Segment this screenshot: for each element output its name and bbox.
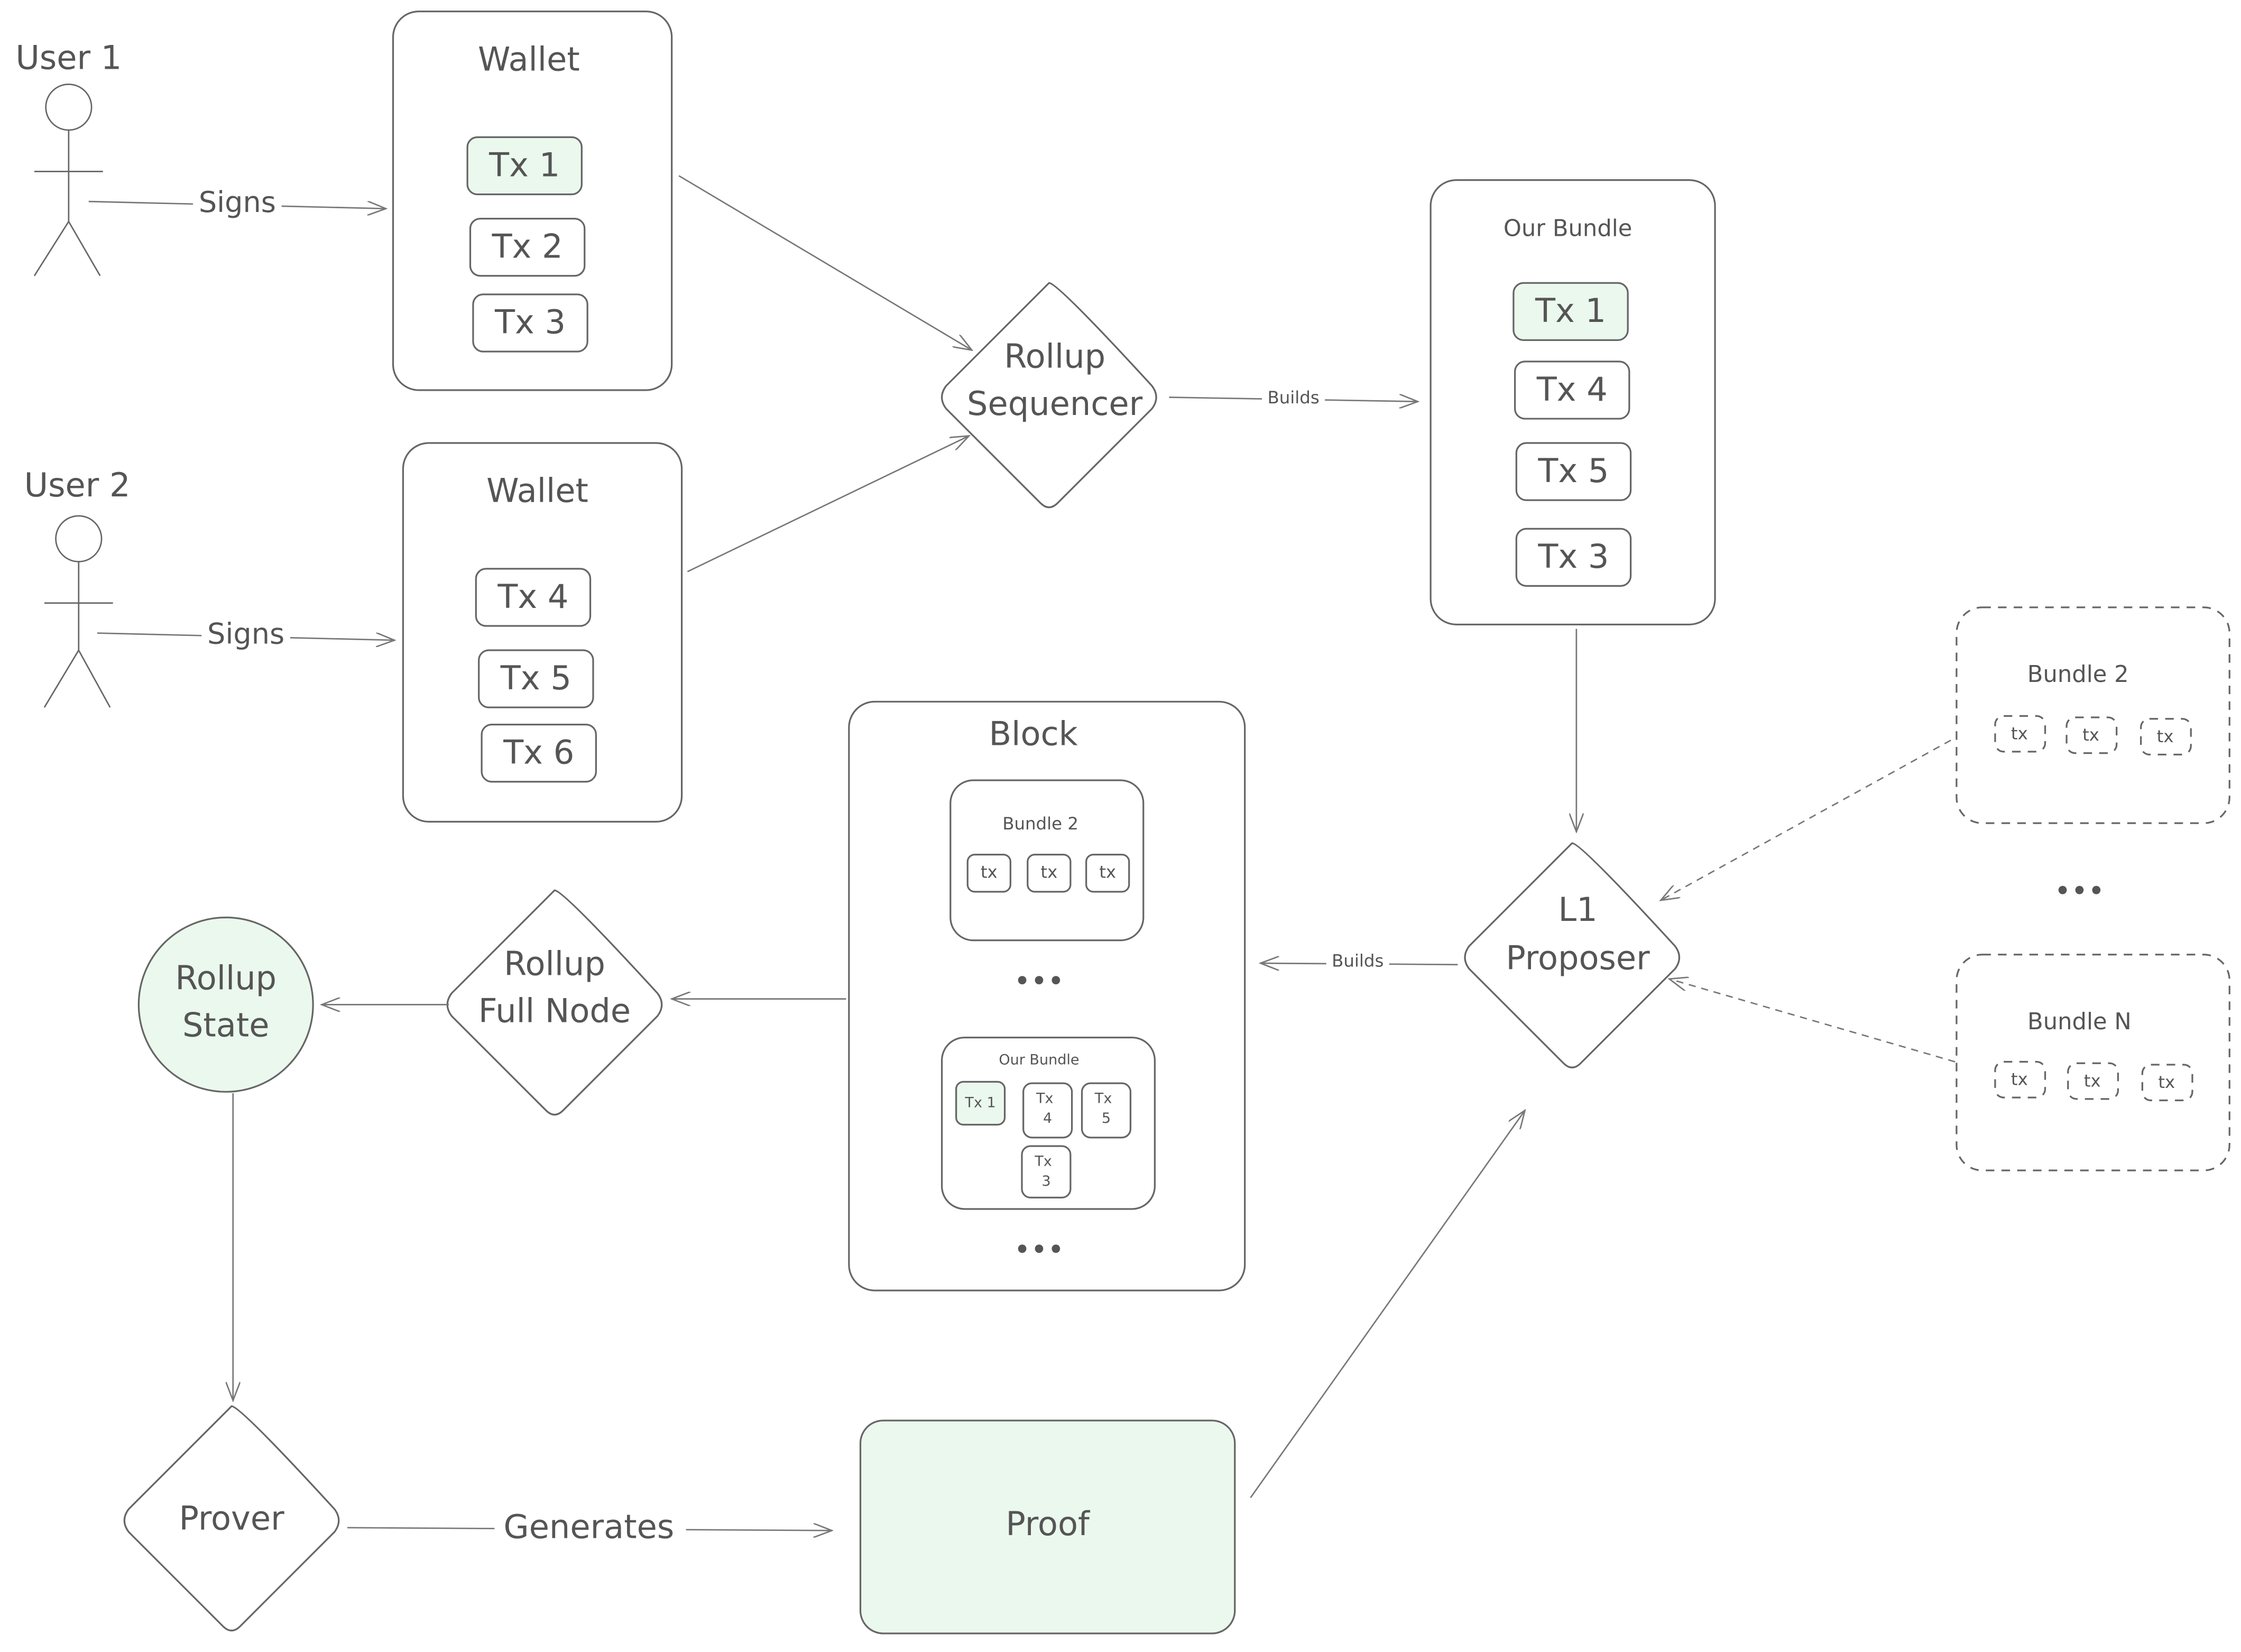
proof: Proof	[859, 1419, 1236, 1635]
full-node-label-2: Full Node	[478, 992, 631, 1030]
signs-label: Signs	[199, 186, 276, 219]
wallet-2: Wallet Tx 4 Tx 5 Tx 6	[402, 442, 683, 823]
user-2-label: User 2	[24, 466, 131, 504]
wallet-1-to-sequencer-arrow	[678, 175, 972, 350]
wallet-title: Wallet	[478, 40, 580, 78]
tx-label: Tx 3	[1537, 537, 1609, 576]
sequencer-builds-arrow: Builds	[1169, 387, 1417, 410]
stick-figure-icon	[33, 84, 103, 276]
tx-label: Tx 3	[494, 303, 566, 342]
proof-to-proposer-arrow	[1250, 1110, 1525, 1498]
bundle-2-to-proposer-arrow	[1661, 740, 1951, 900]
stick-figure-icon	[43, 515, 113, 708]
user-1-signs-arrow: Signs	[88, 186, 386, 222]
tx-label: Tx	[1036, 1090, 1054, 1106]
proposer-label-2: Proposer	[1506, 939, 1650, 977]
prover-label: Prover	[179, 1499, 284, 1537]
bundle-title: Our Bundle	[999, 1051, 1079, 1068]
tx-label: Tx 1	[964, 1094, 995, 1111]
tx-label: 4	[1043, 1110, 1052, 1127]
tx-label: Tx 1	[1535, 291, 1606, 330]
rollup-state-label-2: State	[182, 1006, 270, 1045]
tx-label: Tx 2	[492, 227, 563, 265]
prover-generates-arrow: Generates	[347, 1508, 832, 1548]
tx-label: 5	[1102, 1110, 1111, 1127]
tx-label: Tx 5	[1537, 451, 1609, 490]
bundle-n-to-proposer-arrow	[1670, 979, 1956, 1063]
user-1-label: User 1	[15, 39, 122, 77]
tx-label: tx	[2157, 726, 2174, 746]
proposer-label-1: L1	[1558, 890, 1597, 929]
tx-label: tx	[2084, 1070, 2101, 1091]
proposer-builds-arrow: Builds	[1260, 950, 1458, 973]
bundle-title: Bundle 2	[1002, 814, 1078, 834]
tx-label: tx	[981, 862, 998, 882]
user-2-signs-arrow: Signs	[97, 617, 394, 653]
tx-label: Tx 5	[500, 659, 571, 697]
bundle-title: Bundle 2	[2027, 661, 2129, 688]
tx-label: tx	[2011, 1069, 2028, 1090]
block: Block Bundle 2 tx tx tx ••• Our Bundle T…	[848, 700, 1246, 1291]
tx-label: 3	[1041, 1173, 1050, 1189]
tx-label: tx	[2011, 723, 2028, 743]
ellipsis: •••	[2054, 874, 2105, 908]
user-2: User 2	[24, 466, 131, 708]
signs-label: Signs	[207, 617, 284, 651]
tx-label: Tx	[1094, 1090, 1112, 1106]
bundle-2-dashed: Bundle 2 tx tx tx	[1956, 606, 2230, 824]
tx-label: Tx 6	[503, 733, 574, 771]
sequencer-label-1: Rollup	[1004, 337, 1105, 376]
tx-label: Tx 4	[1536, 370, 1608, 409]
l1-proposer: L1 Proposer	[1464, 842, 1681, 1068]
rollup-full-node: Rollup Full Node	[446, 889, 663, 1116]
builds-label: Builds	[1267, 387, 1319, 408]
tx-label: Tx	[1034, 1153, 1052, 1169]
tx-label: tx	[2158, 1072, 2175, 1092]
our-bundle: Our Bundle Tx 1 Tx 4 Tx 5 Tx 3	[1430, 179, 1716, 625]
tx-label: Tx 1	[488, 145, 560, 184]
bundle-n-dashed: Bundle N tx tx tx	[1956, 954, 2230, 1171]
wallet-title: Wallet	[486, 472, 588, 510]
ellipsis: •••	[1014, 1233, 1065, 1267]
rollup-state-label-1: Rollup	[175, 959, 276, 998]
ellipsis: •••	[1014, 965, 1065, 998]
tx-label: tx	[2082, 725, 2099, 745]
builds-label: Builds	[1332, 950, 1384, 971]
full-node-label-1: Rollup	[504, 945, 605, 983]
tx-label: tx	[1099, 862, 1116, 882]
our-bundle-title: Our Bundle	[1504, 216, 1633, 242]
wallet-2-to-sequencer-arrow	[687, 436, 969, 573]
rollup-sequencer: Rollup Sequencer	[940, 282, 1157, 509]
proof-label: Proof	[1006, 1505, 1091, 1543]
prover: Prover	[123, 1405, 340, 1632]
generates-label: Generates	[504, 1508, 675, 1546]
tx-label: Tx 4	[497, 577, 568, 616]
tx-label: tx	[1040, 862, 1057, 882]
block-title: Block	[989, 714, 1078, 753]
rollup-state: Rollup State	[137, 916, 314, 1093]
wallet-1: Wallet Tx 1 Tx 2 Tx 3	[392, 11, 673, 391]
bundle-title: Bundle N	[2027, 1009, 2132, 1035]
user-1: User 1	[15, 39, 122, 276]
rollup-diagram: User 1 Signs Wallet Tx 1 Tx 2 Tx 3 User …	[15, 11, 2230, 1635]
sequencer-label-2: Sequencer	[967, 384, 1143, 423]
